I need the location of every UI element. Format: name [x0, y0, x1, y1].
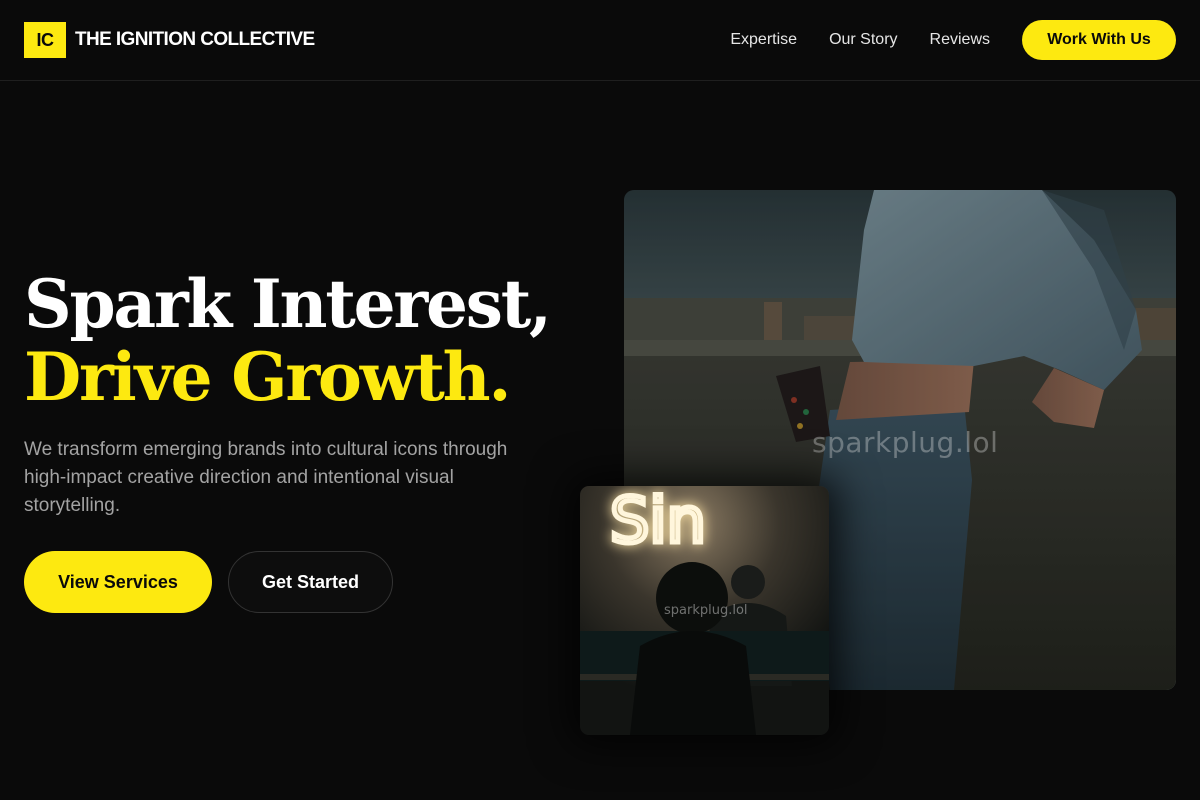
brand-name: THE IGNITION COLLECTIVE: [75, 29, 315, 50]
neon-sign-text: Sin: [610, 486, 706, 557]
site-header: IC THE IGNITION COLLECTIVE Expertise Our…: [0, 0, 1200, 81]
main-nav: Expertise Our Story Reviews Work With Us: [730, 20, 1176, 60]
get-started-button[interactable]: Get Started: [228, 551, 393, 613]
hero-title-line2: Drive Growth.: [24, 338, 511, 416]
hero-title: Spark Interest, Drive Growth.: [24, 265, 552, 416]
nav-link-reviews[interactable]: Reviews: [930, 31, 990, 49]
nav-link-our-story[interactable]: Our Story: [829, 31, 897, 49]
hero-subtitle: We transform emerging brands into cultur…: [24, 439, 508, 516]
main-image-watermark: sparkplug.lol: [812, 426, 999, 459]
hero-secondary-image: Sin sparkplug.lol: [580, 486, 829, 735]
nav-link-expertise[interactable]: Expertise: [730, 31, 797, 49]
landing-page: IC THE IGNITION COLLECTIVE Expertise Our…: [0, 0, 1200, 800]
secondary-image-watermark: sparkplug.lol: [664, 603, 748, 618]
brand[interactable]: IC THE IGNITION COLLECTIVE: [24, 22, 315, 58]
logo-mark: IC: [24, 22, 66, 58]
work-with-us-button[interactable]: Work With Us: [1022, 20, 1176, 60]
view-services-button[interactable]: View Services: [24, 551, 212, 613]
hero-title-line1: Spark Interest,: [24, 265, 552, 343]
